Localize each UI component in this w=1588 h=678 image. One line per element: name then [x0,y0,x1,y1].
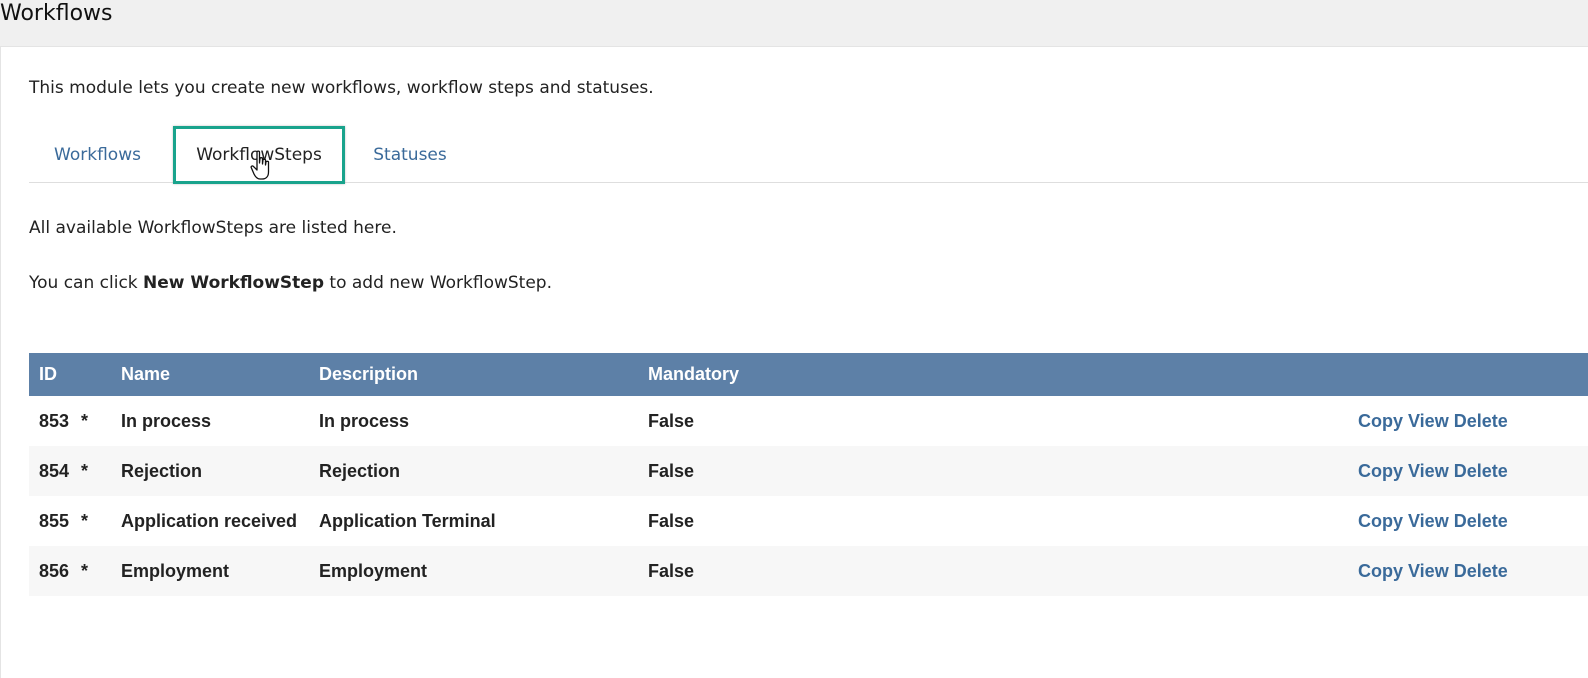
listing-info-text: All available WorkflowSteps are listed h… [29,218,397,238]
header-name: Name [111,353,309,396]
table-row: 854 * Rejection Rejection False Copy View… [29,446,1588,496]
header-description: Description [309,353,638,396]
row-actions: Copy View Delete [1348,446,1588,496]
header-star [81,353,111,396]
view-link[interactable]: View [1408,411,1449,431]
cell-id: 855 [39,511,70,531]
delete-link[interactable]: Delete [1454,561,1508,581]
module-description: This module lets you create new workflow… [29,78,654,98]
cell-mandatory: False [648,411,695,431]
header-mandatory: Mandatory [638,353,1348,396]
row-actions: Copy View Delete [1348,546,1588,596]
delete-link[interactable]: Delete [1454,411,1508,431]
delete-link[interactable]: Delete [1454,461,1508,481]
header-actions [1348,353,1588,396]
row-actions: Copy View Delete [1348,496,1588,546]
cell-name: In process [121,411,212,431]
cell-name: Application received [121,511,298,531]
cell-star: * [81,446,111,496]
hand-pointer-icon [250,150,270,180]
copy-link[interactable]: Copy [1358,511,1403,531]
cell-name: Employment [111,546,309,596]
cell-description: Employment [309,546,638,596]
new-step-hint: You can click New WorkflowStep to add ne… [29,273,552,293]
cell-id: 854 [29,446,81,496]
copy-link[interactable]: Copy [1358,561,1403,581]
table-header-row: ID Name Description Mandatory [29,353,1588,396]
cell-star: * [81,411,89,431]
table-row: 853 * In process In process False Copy Vi… [29,396,1588,446]
cell-name: Rejection [111,446,309,496]
row-actions: Copy View Delete [1348,396,1588,446]
cell-mandatory: False [638,446,1348,496]
tab-statuses[interactable]: Statuses [354,126,466,184]
table-row: 856 * Employment Employment False Copy Vi… [29,546,1588,596]
cell-description: In process [319,411,410,431]
hint-prefix: You can click [29,273,144,293]
view-link[interactable]: View [1408,511,1449,531]
hint-suffix: to add new WorkflowStep. [324,273,552,293]
view-link[interactable]: View [1408,461,1449,481]
copy-link[interactable]: Copy [1358,461,1403,481]
cell-mandatory: False [638,546,1348,596]
hint-bold: New WorkflowStep [143,273,324,293]
page-title: Workflows [0,1,113,26]
tab-workflows[interactable]: Workflows [29,126,166,184]
header-id: ID [29,353,81,396]
cell-description: Application Terminal [319,511,496,531]
cell-star: * [81,546,111,596]
workflowsteps-table: ID Name Description Mandatory 853 * In p… [29,353,1588,596]
table-row: 855 * Application received Application T… [29,496,1588,546]
cell-star: * [81,511,89,531]
cell-id: 853 [39,411,70,431]
copy-link[interactable]: Copy [1358,411,1403,431]
cell-mandatory: False [648,511,695,531]
view-link[interactable]: View [1408,561,1449,581]
delete-link[interactable]: Delete [1454,511,1508,531]
cell-id: 856 [29,546,81,596]
cell-description: Rejection [309,446,638,496]
